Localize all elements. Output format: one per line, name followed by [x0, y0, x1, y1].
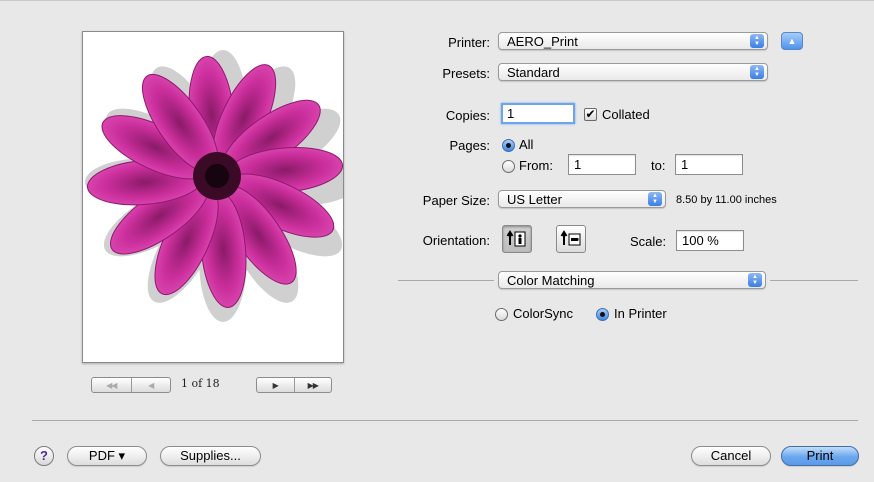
pages-from-radio[interactable] — [502, 160, 515, 173]
previous-page-button[interactable]: ◀ — [130, 378, 171, 392]
collated-checkbox[interactable]: ✔ — [584, 108, 597, 121]
preview-nav-back[interactable]: ◀◀ ◀ — [91, 377, 171, 393]
scale-label: Scale: — [630, 234, 667, 249]
panel-separator-right — [770, 280, 858, 281]
footer-separator — [32, 420, 858, 421]
pages-from-field[interactable] — [568, 154, 636, 175]
collated-label: Collated — [602, 107, 650, 122]
pages-all-radio[interactable] — [502, 139, 515, 152]
colorsync-label: ColorSync — [513, 306, 573, 321]
in-printer-radio[interactable] — [596, 308, 609, 321]
pages-to-label: to: — [651, 158, 666, 173]
orientation-portrait-button[interactable] — [502, 225, 532, 253]
pages-from-label: From: — [519, 158, 553, 173]
preview-nav-forward[interactable]: ▶ ▶▶ — [256, 377, 332, 393]
presets-label: Presets: — [442, 66, 490, 81]
scale-field[interactable] — [676, 230, 744, 251]
next-page-button[interactable]: ▶ — [257, 378, 294, 392]
pages-all-label: All — [519, 137, 534, 152]
cancel-button[interactable]: Cancel — [691, 446, 771, 466]
popup-arrows-icon: ▲ ▼ — [648, 192, 662, 206]
flower-image — [85, 50, 359, 322]
pages-label: Pages: — [449, 138, 490, 153]
popup-arrows-icon: ▲ ▼ — [750, 65, 764, 79]
presets-popup[interactable]: Standard ▲ ▼ — [498, 63, 768, 81]
paper-dimensions: 8.50 by 11.00 inches — [676, 194, 777, 206]
last-page-button[interactable]: ▶▶ — [293, 378, 332, 392]
top-border — [0, 0, 874, 1]
printer-label: Printer: — [448, 35, 490, 50]
panel-separator-left — [398, 280, 494, 281]
panel-popup[interactable]: Color Matching ▲ ▼ — [498, 271, 766, 289]
panel-value: Color Matching — [507, 273, 595, 288]
popup-arrows-icon: ▲ ▼ — [750, 34, 764, 48]
orientation-label: Orientation: — [422, 233, 490, 248]
presets-value: Standard — [507, 65, 560, 80]
in-printer-label: In Printer — [614, 306, 667, 321]
portrait-icon — [506, 230, 526, 247]
paper-size-value: US Letter — [507, 192, 562, 207]
pages-to-field[interactable] — [675, 154, 743, 175]
paper-size-label: Paper Size: — [422, 193, 490, 208]
landscape-icon — [560, 230, 581, 246]
disclosure-triangle-button[interactable]: ▲ — [781, 32, 803, 50]
print-preview — [82, 31, 359, 363]
copies-label: Copies: — [445, 108, 490, 123]
supplies-button[interactable]: Supplies... — [160, 446, 261, 466]
copies-field[interactable] — [501, 103, 575, 124]
page-indicator: 1 of 18 — [181, 377, 220, 390]
pdf-button[interactable]: PDF ▾ — [67, 446, 147, 466]
orientation-landscape-button[interactable] — [556, 225, 586, 253]
print-button[interactable]: Print — [781, 446, 859, 466]
first-page-button[interactable]: ◀◀ — [92, 378, 131, 392]
paper-size-popup[interactable]: US Letter ▲ ▼ — [498, 190, 666, 208]
printer-popup[interactable]: AERO_Print ▲ ▼ — [498, 32, 768, 50]
help-button[interactable]: ? — [34, 446, 54, 466]
printer-value: AERO_Print — [507, 34, 578, 49]
colorsync-radio[interactable] — [495, 308, 508, 321]
popup-arrows-icon: ▲ ▼ — [748, 273, 762, 287]
